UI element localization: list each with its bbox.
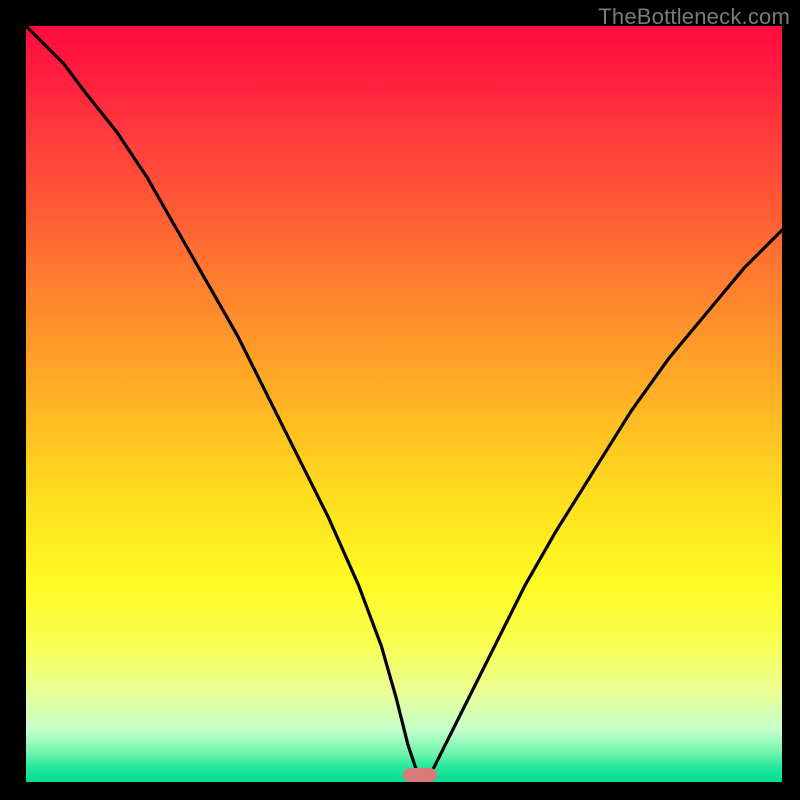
chart-frame: TheBottleneck.com <box>0 0 800 800</box>
watermark-text: TheBottleneck.com <box>598 4 790 30</box>
optimal-point-marker <box>403 768 437 782</box>
bottleneck-curve <box>26 26 782 782</box>
plot-area <box>26 26 782 782</box>
curve-path <box>26 26 782 778</box>
